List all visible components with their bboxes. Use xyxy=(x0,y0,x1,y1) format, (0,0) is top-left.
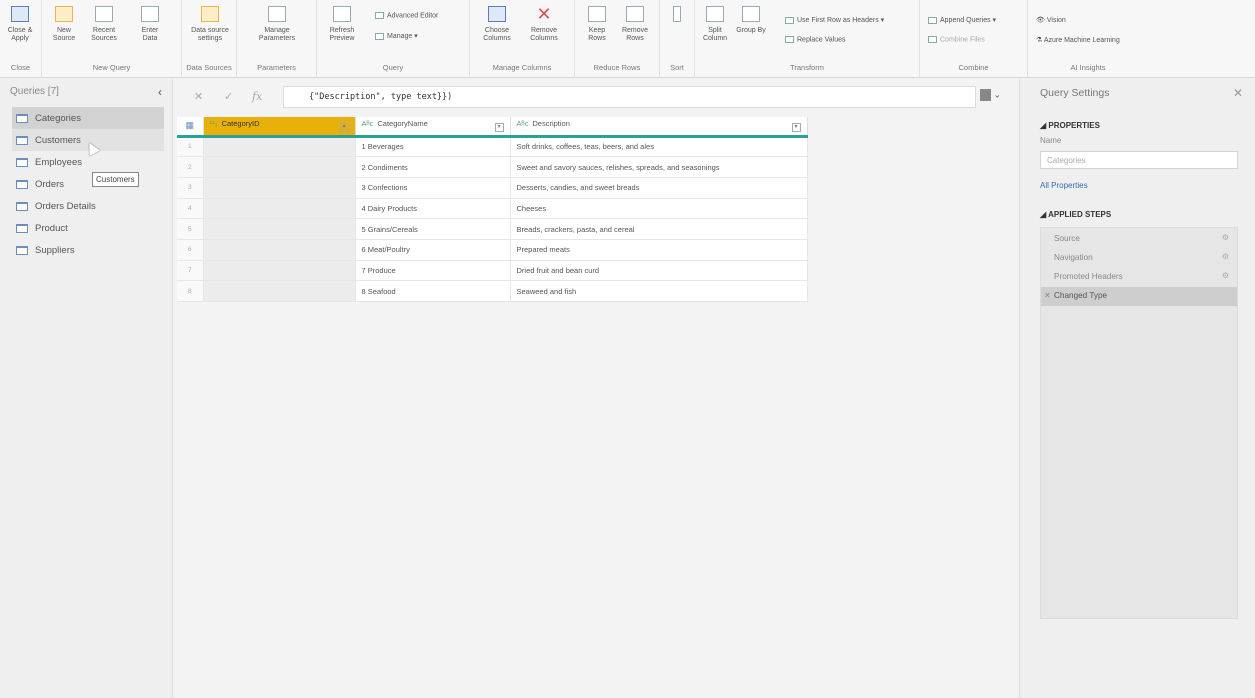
recent-sources-button[interactable]: Recent Sources xyxy=(88,6,120,43)
applied-steps-header[interactable]: ◢ APPLIED STEPS xyxy=(1040,210,1243,219)
name-label: Name xyxy=(1040,136,1062,145)
query-item-suppliers[interactable]: Suppliers xyxy=(12,239,164,261)
step-promoted-headers[interactable]: Promoted Headers ⚙ xyxy=(1041,268,1237,287)
table-icon: ▦ xyxy=(185,120,194,131)
type-icon: Aᴮc xyxy=(361,119,374,129)
ribbon-group-parameters: Manage Parameters Parameters xyxy=(237,0,317,78)
delete-step-icon[interactable]: ✕ xyxy=(1044,291,1051,300)
filter-dropdown-icon[interactable]: ▾ xyxy=(339,123,349,133)
ribbon-group-new-query: New Source Recent Sources Enter Data New… xyxy=(42,0,182,78)
ribbon-group-reduce-rows: Keep Rows Remove Rows Reduce Rows xyxy=(575,0,660,78)
queries-pane: Queries [7] ‹ Categories Customers Emplo… xyxy=(0,79,173,698)
queries-header: Queries [7] ‹ xyxy=(10,85,162,99)
settings-title: Query Settings ✕ xyxy=(1040,86,1243,100)
table-row: 88 Seafood Seaweed and fish xyxy=(177,280,808,302)
table-icon xyxy=(16,113,28,123)
eye-icon: 👁 xyxy=(1036,17,1047,24)
fx-icon[interactable]: fx xyxy=(252,90,262,103)
use-first-row-headers-button[interactable]: Use First Row as Headers ▾ xyxy=(785,16,884,24)
remove-rows-button[interactable]: Remove Rows xyxy=(619,6,651,43)
group-by-button[interactable]: Group By xyxy=(735,6,767,35)
table-icon xyxy=(16,201,28,211)
table-row: 22 Condiments Sweet and savory sauces, re… xyxy=(177,156,808,178)
collapse-pane-icon[interactable]: ‹ xyxy=(158,85,162,99)
table-icon xyxy=(16,179,28,189)
remove-x-icon: ✕ xyxy=(536,4,552,24)
properties-header[interactable]: ◢ PROPERTIES xyxy=(1040,121,1243,130)
append-queries-button[interactable]: Append Queries ▾ xyxy=(928,16,996,24)
column-header-categoryname[interactable]: Aᴮc CategoryName ▾ xyxy=(355,117,511,138)
advanced-editor-button[interactable]: Advanced Editor xyxy=(375,12,438,19)
query-item-product[interactable]: Product xyxy=(12,217,164,239)
confirm-formula-icon[interactable]: ✓ xyxy=(224,90,233,103)
ribbon-group-manage-columns: Choose Columns ✕ Remove Columns Manage Co… xyxy=(470,0,575,78)
table-row: 33 Confections Desserts, candies, and swe… xyxy=(177,177,808,199)
ribbon-group-query: Refresh Preview Advanced Editor Manage ▾… xyxy=(317,0,470,78)
data-source-settings-button[interactable]: Data source settings xyxy=(188,6,232,43)
table-icon xyxy=(16,157,28,167)
ribbon-group-sort: Sort xyxy=(660,0,695,78)
remove-columns-button[interactable]: ✕ Remove Columns xyxy=(522,4,566,43)
formula-input[interactable]: {"Description", type text}}) xyxy=(283,86,976,108)
ribbon-group-data-sources: Data source settings Data Sources xyxy=(182,0,237,78)
table-row: 44 Dairy Products Cheeses xyxy=(177,198,808,220)
table-row: 55 Grains/Cereals Breads, crackers, pasta… xyxy=(177,218,808,240)
gear-icon[interactable]: ⚙ xyxy=(1222,252,1229,261)
ribbon-group-combine: Append Queries ▾ Combine Files Combine xyxy=(920,0,1028,78)
query-item-orders-details[interactable]: Orders Details xyxy=(12,195,164,217)
applied-steps-list: Source ⚙ Navigation ⚙ Promoted Headers ⚙ ✕ C… xyxy=(1040,227,1238,619)
table-row: 66 Meat/Poultry Prepared meats xyxy=(177,239,808,261)
query-item-orders[interactable]: Orders xyxy=(12,173,164,195)
manage-button[interactable]: Manage ▾ xyxy=(375,32,418,40)
name-input[interactable]: Categories xyxy=(1040,151,1238,169)
step-navigation[interactable]: Navigation ⚙ xyxy=(1041,249,1237,268)
filter-dropdown-icon[interactable]: ▾ xyxy=(494,123,504,133)
gear-icon[interactable]: ⚙ xyxy=(1222,233,1229,242)
ribbon-group-ai-insights: 👁 Vision ⚗ Azure Machine Learning AI Ins… xyxy=(1036,16,1120,72)
choose-columns-button[interactable]: Choose Columns xyxy=(476,6,518,43)
table-row: 111 BeveragesSoft drinks, coffees, teas,… xyxy=(177,136,808,158)
table-icon xyxy=(16,135,28,145)
ribbon: Close & Apply Close New Source Recent So… xyxy=(0,0,1255,78)
table-corner-button[interactable]: ▦ xyxy=(177,117,204,138)
query-tooltip: Customers xyxy=(92,172,139,187)
table-row: 77 Produce Dried fruit and bean curd xyxy=(177,260,808,282)
type-icon: Aᴮc xyxy=(516,119,529,129)
keep-rows-button[interactable]: Keep Rows xyxy=(581,6,613,43)
azure-ml-button[interactable]: ⚗ Azure Machine Learning xyxy=(1036,36,1120,44)
formula-expand-button[interactable]: ⌄ xyxy=(980,89,1001,101)
column-header-categoryid[interactable]: ¹²₃ CategoryID ▾ xyxy=(203,117,356,138)
type-icon: ¹²₃ xyxy=(209,119,218,129)
gear-icon[interactable]: ⚙ xyxy=(1222,271,1229,280)
table-icon xyxy=(16,223,28,233)
cancel-formula-icon[interactable]: ✕ xyxy=(194,90,203,103)
query-settings-pane: Query Settings ✕ ◢ PROPERTIES Name Categ… xyxy=(1019,79,1255,698)
close-icon[interactable]: ✕ xyxy=(1233,86,1243,100)
step-source[interactable]: Source ⚙ xyxy=(1041,230,1237,249)
combine-files-button[interactable]: Combine Files xyxy=(928,36,985,43)
step-changed-type[interactable]: ✕ Changed Type xyxy=(1041,287,1237,306)
manage-parameters-button[interactable]: Manage Parameters xyxy=(255,6,299,43)
formula-bar: ✕ ✓ fx {"Description", type text}}) ⌄ xyxy=(176,86,1006,108)
replace-values-button[interactable]: Replace Values xyxy=(785,36,846,43)
enter-data-button[interactable]: Enter Data xyxy=(134,6,166,43)
ribbon-group-close: Close & Apply Close xyxy=(0,0,42,78)
ribbon-group-transform: Split Column Group By Use First Row as H… xyxy=(695,0,920,78)
column-header-description[interactable]: Aᴮc Description ▾ xyxy=(510,117,808,138)
refresh-preview-button[interactable]: Refresh Preview xyxy=(323,6,361,43)
close-apply-button[interactable]: Close & Apply xyxy=(4,6,36,43)
new-source-button[interactable]: New Source xyxy=(48,6,80,43)
chevron-down-icon: ⌄ xyxy=(993,89,1002,100)
filter-dropdown-icon[interactable]: ▾ xyxy=(791,123,801,133)
data-grid: ▦ ¹²₃ CategoryID ▾ Aᴮc CategoryName ▾ Aᴮc Des… xyxy=(177,117,808,302)
sort-button[interactable] xyxy=(668,6,686,27)
all-properties-link[interactable]: All Properties xyxy=(1040,181,1243,190)
flask-icon: ⚗ xyxy=(1036,37,1044,44)
table-icon xyxy=(16,245,28,255)
query-item-categories[interactable]: Categories xyxy=(12,107,164,129)
split-column-button[interactable]: Split Column xyxy=(699,6,731,43)
vision-button[interactable]: 👁 Vision xyxy=(1036,16,1066,24)
